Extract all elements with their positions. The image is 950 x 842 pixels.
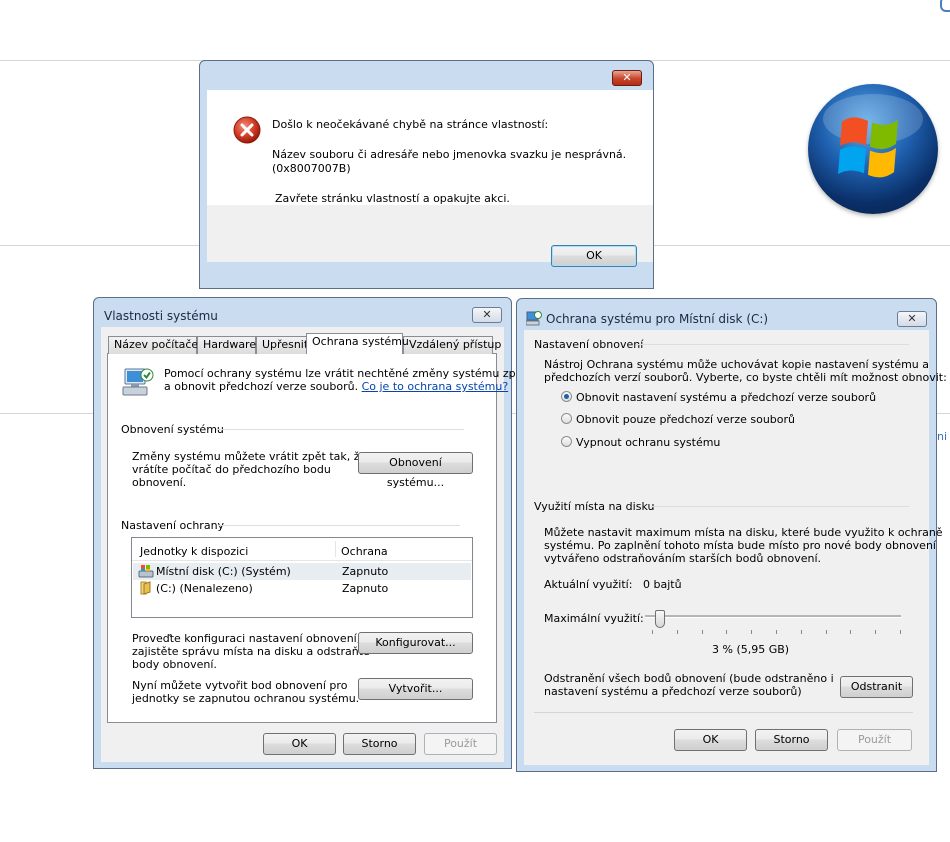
- slider-tick: [826, 630, 827, 634]
- error-heading: Došlo k neočekávané chybě na stránce vla…: [272, 118, 549, 131]
- option-label[interactable]: Obnovit nastavení systému a předchozí ve…: [576, 391, 876, 404]
- restore-description: Změny systému můžete vrátit zpět tak, že: [132, 450, 367, 463]
- max-usage-label: Maximální využití:: [544, 612, 644, 625]
- system-protection-small-icon: [526, 311, 542, 326]
- column-header-drive[interactable]: Jednotky k dispozici: [140, 545, 248, 558]
- drive-protection: Zapnuto: [342, 582, 389, 595]
- intro-text: a obnovit předchozí verze souborů. Co je…: [164, 380, 508, 393]
- error-message: Název souboru či adresáře nebo jmenovka …: [272, 148, 627, 161]
- cancel-button[interactable]: Storno: [343, 733, 416, 755]
- option-label[interactable]: Obnovit pouze předchozí verze souborů: [576, 413, 795, 426]
- max-usage-slider-thumb[interactable]: [655, 610, 665, 628]
- windows-logo-icon: [808, 84, 938, 214]
- list-item[interactable]: Místní disk (C:) (Systém) Zapnuto: [133, 563, 471, 580]
- tab-system-protection[interactable]: Ochrana systému: [306, 333, 409, 354]
- slider-tick: [652, 630, 653, 634]
- create-description: jednotky se zapnutou ochranou systému.: [132, 692, 360, 705]
- corner-icon: [940, 0, 950, 12]
- cancel-button[interactable]: Storno: [755, 729, 828, 751]
- radio-restore-all[interactable]: [561, 391, 572, 402]
- group-divider: [216, 429, 464, 430]
- group-title-restore: Obnovení systému: [121, 423, 224, 436]
- system-restore-button[interactable]: Obnovení systému...: [358, 452, 473, 489]
- current-usage-value: 0 bajtů: [643, 578, 682, 591]
- ok-button[interactable]: OK: [674, 729, 747, 751]
- group-divider: [636, 344, 909, 345]
- close-button[interactable]: ✕: [472, 307, 502, 323]
- usage-description: vytvářeno odstraňováním starších bodů ob…: [544, 552, 822, 565]
- error-dialog: ✕ Došlo k neočekávané chybě na stránce v…: [199, 60, 654, 289]
- configure-description: Proveďte konfiguraci nastavení obnovení,: [132, 632, 361, 645]
- error-x-icon: [233, 116, 261, 144]
- restore-settings-description: předchozích verzí souborů. Vyberte, co b…: [544, 371, 947, 384]
- restore-settings-description: Nástroj Ochrana systému může uchovávat k…: [544, 358, 930, 371]
- close-button[interactable]: ✕: [897, 311, 927, 327]
- drive-protection: Zapnuto: [342, 565, 389, 578]
- folder-icon: [140, 581, 151, 595]
- group-divider: [219, 525, 460, 526]
- slider-tick: [726, 630, 727, 634]
- configure-description: body obnovení.: [132, 658, 217, 671]
- configure-button[interactable]: Konfigurovat...: [358, 632, 473, 654]
- delete-description: Odstranění všech bodů obnovení (bude ods…: [544, 672, 834, 685]
- slider-tick: [850, 630, 851, 634]
- drive-name: Místní disk (C:) (Systém): [156, 565, 291, 578]
- drives-list[interactable]: Jednotky k dispozici Ochrana Místní disk…: [131, 537, 473, 618]
- usage-description: Můžete nastavit maximum místa na disku, …: [544, 526, 943, 539]
- slider-tick: [702, 630, 703, 634]
- usage-description: systému. Po zaplnění tohoto místa bude m…: [544, 539, 936, 552]
- current-usage-label: Aktuální využití:: [544, 578, 633, 591]
- group-title-restore-settings: Nastavení obnovení: [534, 338, 644, 351]
- slider-tick: [677, 630, 678, 634]
- slider-tick: [801, 630, 802, 634]
- ok-button[interactable]: OK: [551, 245, 637, 267]
- list-item[interactable]: (C:) (Nenalezeno) Zapnuto: [133, 580, 471, 597]
- column-header-protection[interactable]: Ochrana: [341, 545, 388, 558]
- radio-disable-protection[interactable]: [561, 436, 572, 447]
- tab-hardware[interactable]: Hardware: [197, 336, 256, 354]
- slider-tick: [751, 630, 752, 634]
- slider-tick: [875, 630, 876, 634]
- delete-description: nastavení systému a předchozí verze soub…: [544, 685, 802, 698]
- tab-remote-access[interactable]: Vzdálený přístup: [403, 336, 501, 354]
- create-description: Nyní můžete vytvořit bod obnovení pro: [132, 679, 348, 692]
- intro-text-2: a obnovit předchozí verze souborů.: [164, 380, 359, 393]
- dialog-title: Vlastnosti systému: [104, 309, 218, 323]
- list-header: Jednotky k dispozici Ochrana: [132, 538, 472, 561]
- group-divider: [651, 506, 909, 507]
- group-title-disk-usage: Využití místa na disku: [534, 500, 655, 513]
- max-usage-slider-track[interactable]: [645, 615, 901, 618]
- radio-selected-dot: [564, 394, 569, 399]
- option-label[interactable]: Vypnout ochranu systému: [576, 436, 720, 449]
- group-title-protection: Nastavení ochrany: [121, 519, 225, 532]
- tab-advanced[interactable]: Upřesnit: [256, 336, 308, 354]
- drive-name: (C:) (Nenalezeno): [156, 582, 253, 595]
- error-instruction: Zavřete stránku vlastností a opakujte ak…: [275, 192, 510, 205]
- apply-button[interactable]: Použít: [837, 729, 912, 751]
- delete-button[interactable]: Odstranit: [840, 676, 913, 698]
- configure-description: zajistěte správu místa na disku a odstra…: [132, 645, 370, 658]
- error-dialog-titlebar[interactable]: [200, 61, 653, 89]
- drive-icon: [138, 565, 154, 578]
- slider-tick: [776, 630, 777, 634]
- footer-divider: [534, 712, 913, 713]
- side-link-fragment[interactable]: ni: [937, 430, 947, 443]
- dialog-title: Ochrana systému pro Místní disk (C:): [546, 312, 769, 326]
- close-button[interactable]: ✕: [612, 70, 642, 86]
- ok-button[interactable]: OK: [263, 733, 336, 755]
- restore-description: vrátíte počítač do předchozího bodu: [132, 463, 331, 476]
- create-button[interactable]: Vytvořit...: [358, 678, 473, 700]
- apply-button[interactable]: Použít: [424, 733, 497, 755]
- radio-restore-files[interactable]: [561, 413, 572, 424]
- error-code: (0x8007007B): [272, 162, 351, 175]
- help-link[interactable]: Co je to ochrana systému?: [362, 380, 509, 393]
- intro-text: Pomocí ochrany systému lze vrátit nechtě…: [164, 367, 527, 380]
- slider-tick: [900, 630, 901, 634]
- system-protection-icon: [122, 368, 154, 396]
- restore-description: obnovení.: [132, 476, 187, 489]
- tab-computer-name[interactable]: Název počítače: [108, 336, 198, 354]
- max-usage-value: 3 % (5,95 GB): [712, 643, 790, 656]
